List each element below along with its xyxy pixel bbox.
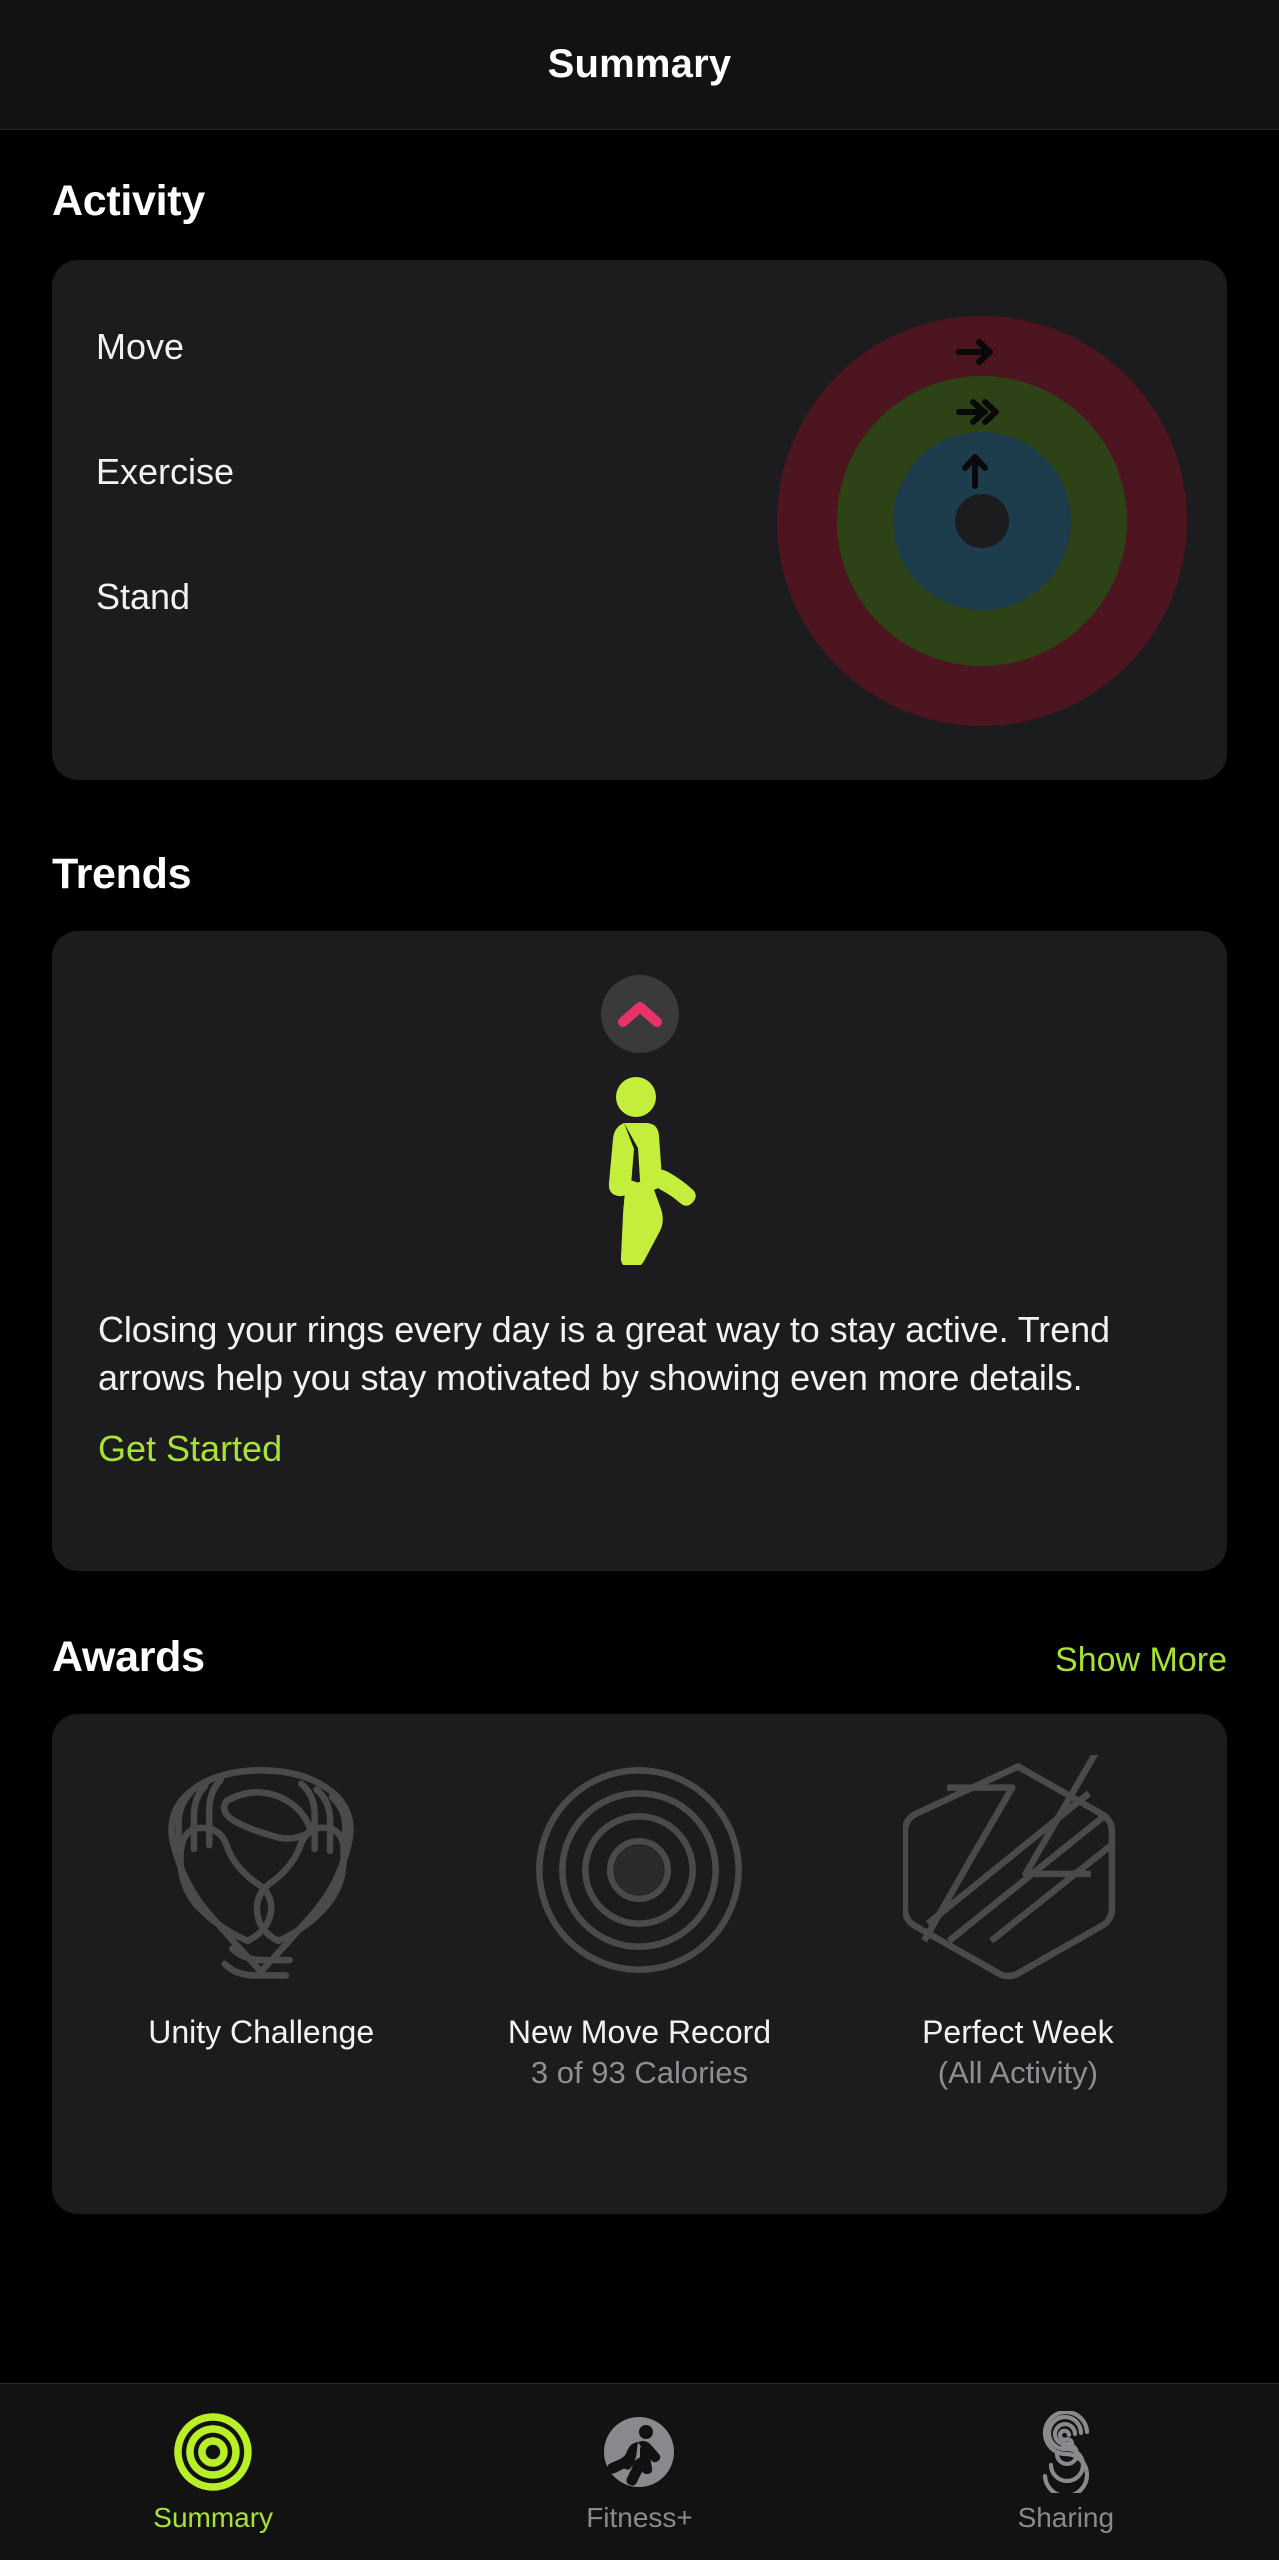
awards-row: Unity Challenge New Move Record 3 of 93 … bbox=[72, 1750, 1207, 2093]
tab-label-summary: Summary bbox=[153, 2502, 274, 2533]
awards-section-header: Awards Show More bbox=[0, 1633, 1279, 1682]
award-subtitle: (All Activity) bbox=[937, 2054, 1098, 2090]
ring-label-move: Move bbox=[96, 326, 185, 367]
trends-description: Closing your rings every day is a great … bbox=[98, 1309, 1110, 1398]
award-item[interactable]: Unity Challenge bbox=[72, 1750, 450, 2093]
activity-rings bbox=[777, 316, 1187, 726]
tab-fitness-plus[interactable]: Fitness+ bbox=[426, 2384, 852, 2560]
awards-card: Unity Challenge New Move Record 3 of 93 … bbox=[52, 1714, 1227, 2214]
running-person-icon bbox=[598, 2406, 680, 2498]
award-item[interactable]: Perfect Week (All Activity) bbox=[829, 1750, 1207, 2093]
activity-card[interactable]: Move Exercise Stand bbox=[52, 260, 1227, 780]
award-title: New Move Record bbox=[507, 2014, 772, 2050]
activity-section-header: Activity bbox=[0, 177, 1279, 226]
tab-label-sharing: Sharing bbox=[1017, 2502, 1115, 2533]
activity-section-title: Activity bbox=[52, 177, 205, 225]
hex-bolt-badge-icon bbox=[902, 1750, 1133, 1990]
trends-section-header: Trends bbox=[0, 850, 1279, 899]
unity-hands-badge-icon bbox=[146, 1750, 376, 1990]
award-subtitle: 3 of 93 Calories bbox=[530, 2054, 749, 2090]
ring-label-exercise: Exercise bbox=[96, 451, 235, 492]
activity-ring-labels: Move Exercise Stand bbox=[96, 326, 234, 618]
tab-summary[interactable]: Summary bbox=[0, 2384, 426, 2560]
chevron-up-icon bbox=[617, 1002, 662, 1027]
page-title: Summary bbox=[547, 42, 732, 86]
award-item[interactable]: New Move Record 3 of 93 Calories bbox=[450, 1750, 828, 2093]
navigation-bar: Summary bbox=[0, 0, 1279, 130]
trends-card[interactable]: Closing your rings every day is a great … bbox=[52, 931, 1227, 1571]
award-title: Perfect Week bbox=[922, 2014, 1114, 2050]
walking-person-icon bbox=[580, 1075, 700, 1270]
tab-sharing[interactable]: Sharing bbox=[853, 2384, 1279, 2560]
sharing-s-icon bbox=[1025, 2406, 1107, 2498]
tab-bar: Summary Fitness+ Sharing bbox=[0, 2383, 1279, 2560]
tab-label-fitness-plus: Fitness+ bbox=[586, 2502, 693, 2533]
scroll-content[interactable]: Activity Move Exercise Stand Trends Clos… bbox=[0, 131, 1279, 2351]
award-title: Unity Challenge bbox=[148, 2014, 375, 2050]
target-rings-badge-icon bbox=[524, 1750, 754, 1990]
stand-ring-track bbox=[893, 432, 1071, 610]
trends-section-title: Trends bbox=[52, 850, 192, 898]
trend-arrow-badge bbox=[600, 975, 679, 1053]
activity-rings-icon bbox=[172, 2406, 254, 2498]
ring-label-stand: Stand bbox=[96, 576, 191, 617]
get-started-link[interactable]: Get Started bbox=[98, 1428, 282, 1470]
awards-section-title: Awards bbox=[52, 1633, 205, 1681]
fitness-app-screen: Summary Activity Move Exercise Stand Tre… bbox=[0, 0, 1279, 2560]
awards-show-more-button[interactable]: Show More bbox=[1055, 1641, 1227, 1680]
trends-hero bbox=[98, 975, 1181, 1270]
